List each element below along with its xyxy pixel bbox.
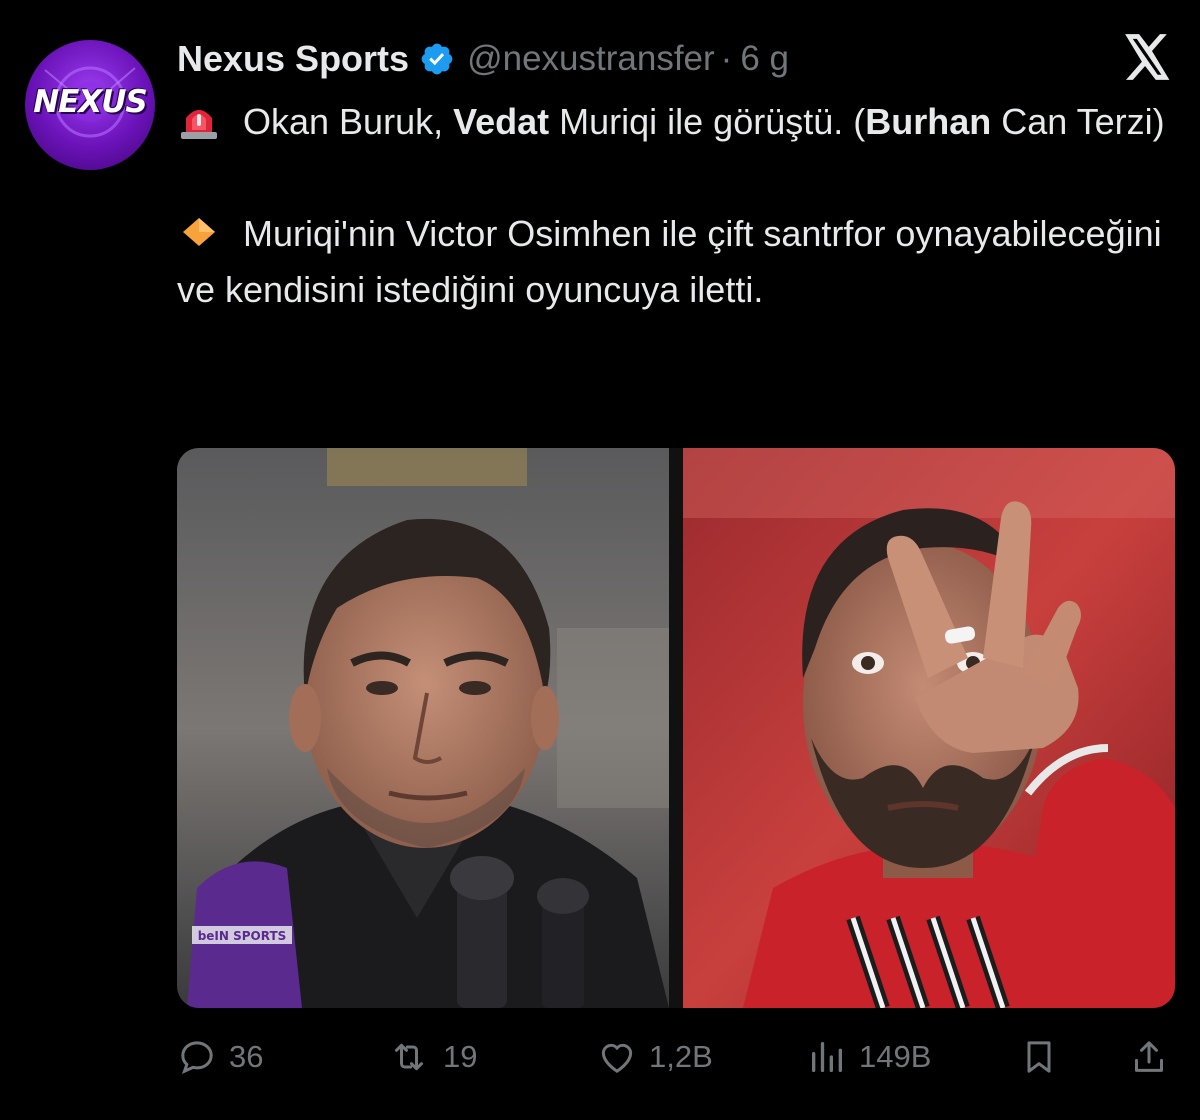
tweet-text-segment: Muriqi'nin Victor Osimhen ile çift santr… [177, 213, 1162, 310]
like-button[interactable]: 1,2B [597, 1032, 713, 1082]
views-button[interactable]: 149B [807, 1032, 931, 1082]
police-siren-emoji-icon [177, 100, 221, 140]
player-photo-image [683, 448, 1175, 1008]
share-icon [1135, 1041, 1163, 1072]
avatar-logo-text: NEXUS [33, 84, 148, 120]
views-chart-icon [812, 1042, 842, 1072]
post-time[interactable]: 6 g [740, 39, 789, 79]
tweet-text-bold: Vedat [453, 101, 550, 142]
tweet[interactable]: NEXUS Nexus Sports @nexustransfer · 6 g [0, 0, 1200, 1120]
media-grid: beIN SPORTS [177, 448, 1175, 1008]
x-logo-icon [1122, 34, 1172, 80]
tweet-text: Okan Buruk, Vedat Muriqi ile görüştü. (B… [177, 94, 1177, 318]
repost-icon [395, 1043, 423, 1071]
heart-icon [601, 1043, 633, 1073]
mic-brand-label: beIN SPORTS [198, 929, 287, 943]
verified-badge-icon [419, 41, 455, 77]
tweet-text-segment: Muriqi ile görüştü. ( [549, 101, 866, 142]
reply-button[interactable]: 36 [177, 1032, 263, 1082]
reply-count: 36 [229, 1039, 264, 1074]
like-count: 1,2B [649, 1039, 713, 1074]
tweet-actions: 36 19 1,2B 149B [177, 1032, 1175, 1082]
views-count: 149B [859, 1039, 932, 1074]
tweet-text-bold: Burhan [865, 101, 992, 142]
coach-photo-image: beIN SPORTS [177, 448, 669, 1008]
bookmark-button[interactable] [1019, 1032, 1059, 1082]
avatar[interactable]: NEXUS [25, 40, 155, 170]
tweet-text-segment: Can Terzi) [991, 101, 1165, 142]
tweet-text-segment: Okan Buruk, [243, 101, 454, 142]
photo-player-celebration[interactable] [683, 448, 1175, 1008]
repost-count: 19 [443, 1039, 478, 1074]
tweet-paragraph-2: Muriqi'nin Victor Osimhen ile çift santr… [177, 206, 1177, 318]
repost-button[interactable]: 19 [387, 1032, 477, 1082]
reply-icon [181, 1041, 213, 1074]
orange-diamond-emoji-icon [177, 212, 221, 252]
tweet-paragraph-1: Okan Buruk, Vedat Muriqi ile görüştü. (B… [177, 94, 1177, 150]
separator-dot: · [720, 39, 733, 78]
share-button[interactable] [1129, 1032, 1169, 1082]
tweet-header: Nexus Sports @nexustransfer · 6 g [177, 36, 789, 82]
photo-press-conference[interactable]: beIN SPORTS [177, 448, 669, 1008]
bookmark-icon [1027, 1041, 1051, 1073]
display-name[interactable]: Nexus Sports [177, 38, 409, 80]
account-handle[interactable]: @nexustransfer [467, 39, 715, 79]
